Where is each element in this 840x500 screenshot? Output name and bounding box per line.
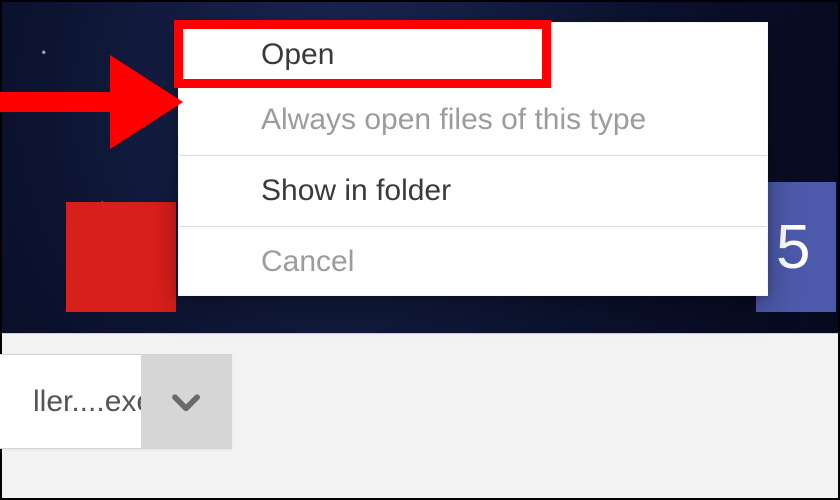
- menu-item-open[interactable]: Open: [179, 23, 767, 87]
- menu-separator: [179, 226, 767, 227]
- menu-item-label: Show in folder: [261, 174, 451, 208]
- menu-separator: [179, 155, 767, 156]
- banner-number-block: 5: [756, 182, 836, 312]
- menu-item-label: Cancel: [261, 245, 354, 279]
- menu-item-always-open[interactable]: Always open files of this type: [179, 87, 767, 153]
- menu-item-cancel[interactable]: Cancel: [179, 229, 767, 295]
- banner-red-block: [66, 202, 176, 312]
- download-context-menu: Open Always open files of this type Show…: [178, 22, 768, 296]
- download-shelf: ller....exe: [2, 333, 838, 498]
- menu-item-label: Always open files of this type: [261, 103, 646, 137]
- chevron-down-icon: [167, 383, 205, 421]
- download-item[interactable]: ller....exe: [0, 354, 232, 449]
- menu-item-show-in-folder[interactable]: Show in folder: [179, 158, 767, 224]
- menu-item-label: Open: [261, 38, 334, 72]
- banner-number: 5: [776, 212, 810, 283]
- download-filename: ller....exe: [0, 385, 141, 419]
- download-options-button[interactable]: [141, 355, 231, 448]
- screenshot-frame: 5 ller....exe Open Always open files of …: [0, 0, 840, 500]
